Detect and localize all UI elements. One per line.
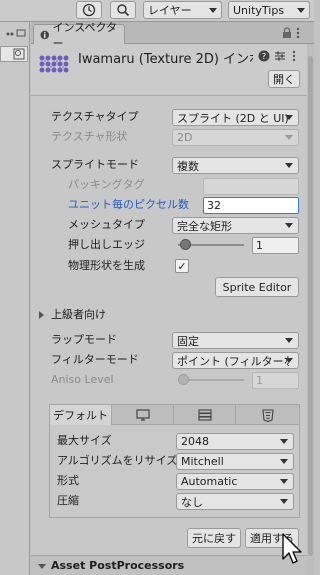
aniso-level-input: 1 bbox=[252, 372, 299, 389]
sprite-mode-label: スプライトモード bbox=[51, 158, 139, 171]
layers-dropdown-label: レイヤー bbox=[148, 4, 192, 17]
wrap-mode-dropdown[interactable]: 固定 bbox=[172, 332, 299, 349]
tab-platform-default-label: デフォルト bbox=[53, 409, 108, 422]
chevron-down-icon bbox=[280, 459, 288, 464]
chevron-down-icon bbox=[285, 135, 293, 140]
extrude-edges-label: 押し出しエッジ bbox=[68, 238, 145, 251]
tab-inspector[interactable]: インスペクター bbox=[33, 21, 125, 50]
pixels-per-unit-label: ユニット毎のピクセル数 bbox=[68, 198, 189, 211]
aniso-level-label: Aniso Level bbox=[51, 373, 114, 386]
advanced-label[interactable]: 上級者向け bbox=[51, 307, 106, 323]
mouse-cursor-icon bbox=[281, 533, 303, 570]
chevron-down-icon bbox=[285, 223, 293, 228]
filter-mode-dropdown[interactable]: ポイント (フィルターなし) bbox=[172, 352, 299, 369]
texture-thumbnail-icon bbox=[36, 50, 70, 80]
chevron-down-icon bbox=[285, 358, 293, 363]
texture-shape-value: 2D bbox=[177, 131, 193, 144]
format-label: 形式 bbox=[57, 474, 79, 487]
extrude-edges-slider[interactable] bbox=[176, 238, 246, 252]
pixels-per-unit-input[interactable]: 32 bbox=[203, 197, 299, 214]
search-icon bbox=[117, 4, 130, 17]
chevron-down-icon bbox=[280, 499, 288, 504]
aniso-level-slider bbox=[176, 373, 246, 387]
compression-value: なし bbox=[181, 495, 203, 509]
max-size-value: 2048 bbox=[181, 435, 209, 448]
chevron-down-icon bbox=[280, 479, 288, 484]
revert-button[interactable]: 元に戻す bbox=[187, 528, 241, 548]
panel-menu-icon[interactable] bbox=[2, 28, 28, 42]
help-icon[interactable]: ? bbox=[258, 50, 270, 65]
max-size-label: 最大サイズ bbox=[57, 434, 112, 447]
inspector-scrollbar-thumb[interactable] bbox=[308, 56, 313, 556]
resize-algorithm-dropdown[interactable]: Mitchell bbox=[176, 453, 294, 470]
tab-platform-standalone[interactable] bbox=[112, 405, 174, 425]
more-options-icon[interactable] bbox=[296, 27, 300, 42]
sprite-editor-button[interactable]: Sprite Editor bbox=[215, 277, 299, 297]
component-menu-icon[interactable] bbox=[292, 50, 296, 65]
info-icon bbox=[40, 30, 49, 39]
texture-type-dropdown[interactable]: スプライト (2D と UI) bbox=[172, 109, 299, 126]
search-mode-icon bbox=[13, 48, 25, 60]
filter-mode-label: フィルターモード bbox=[51, 353, 139, 366]
texture-shape-label: テクスチャ形状 bbox=[51, 130, 128, 143]
html5-icon bbox=[261, 408, 274, 422]
search-button[interactable] bbox=[110, 1, 136, 19]
wrap-mode-value: 固定 bbox=[177, 334, 199, 348]
hierarchy-panel-edge bbox=[0, 22, 30, 575]
mesh-type-dropdown[interactable]: 完全な矩形 bbox=[172, 217, 299, 234]
chevron-down-icon bbox=[285, 338, 293, 343]
filter-mode-value: ポイント (フィルターなし) bbox=[177, 354, 289, 368]
texture-shape-dropdown: 2D bbox=[172, 129, 299, 146]
layers-dropdown[interactable]: レイヤー bbox=[143, 1, 222, 19]
resize-algorithm-label: アルゴリズムをリサイズ bbox=[57, 454, 178, 467]
history-button[interactable] bbox=[76, 1, 102, 19]
asset-title: Iwamaru (Texture 2D) インポ bbox=[78, 52, 253, 66]
hierarchy-search-field[interactable] bbox=[0, 46, 28, 62]
sprite-mode-value: 複数 bbox=[177, 159, 199, 173]
chevron-down-icon bbox=[209, 8, 217, 13]
mesh-type-label: メッシュタイプ bbox=[68, 218, 145, 231]
foldout-arrow-icon bbox=[38, 564, 46, 569]
layout-dropdown-label: UnityTips bbox=[233, 3, 285, 17]
wrap-mode-label: ラップモード bbox=[51, 333, 117, 346]
tab-platform-webgl[interactable] bbox=[236, 405, 299, 425]
foldout-arrow-icon bbox=[39, 311, 44, 319]
chevron-down-icon bbox=[285, 163, 293, 168]
extrude-edges-input[interactable]: 1 bbox=[252, 237, 299, 254]
preset-icon[interactable] bbox=[274, 50, 286, 65]
generate-physics-shape-checkbox[interactable]: ✓ bbox=[175, 259, 189, 273]
generate-physics-shape-label: 物理形状を生成 bbox=[68, 259, 145, 272]
mesh-type-value: 完全な矩形 bbox=[177, 219, 232, 233]
asset-postprocessors-label[interactable]: Asset PostProcessors bbox=[51, 558, 184, 574]
history-icon bbox=[82, 3, 96, 17]
layout-dropdown[interactable]: UnityTips bbox=[228, 1, 310, 19]
resize-algorithm-value: Mitchell bbox=[181, 455, 224, 468]
tab-platform-server[interactable] bbox=[174, 405, 236, 425]
max-size-dropdown[interactable]: 2048 bbox=[176, 433, 294, 450]
lock-icon[interactable] bbox=[282, 27, 292, 42]
server-icon bbox=[197, 409, 212, 421]
format-value: Automatic bbox=[181, 475, 238, 488]
slider-knob[interactable] bbox=[180, 239, 191, 250]
check-icon: ✓ bbox=[177, 259, 187, 273]
monitor-icon bbox=[135, 409, 150, 421]
compression-label: 圧縮 bbox=[57, 494, 79, 507]
tab-platform-default[interactable]: デフォルト bbox=[50, 405, 112, 425]
texture-type-label: テクスチャタイプ bbox=[51, 110, 139, 123]
compression-dropdown[interactable]: なし bbox=[176, 493, 294, 510]
format-dropdown[interactable]: Automatic bbox=[176, 473, 294, 490]
chevron-down-icon bbox=[280, 439, 288, 444]
texture-type-value: スプライト (2D と UI) bbox=[177, 111, 289, 125]
sprite-mode-dropdown[interactable]: 複数 bbox=[172, 157, 299, 174]
open-button[interactable]: 開く bbox=[268, 70, 300, 88]
chevron-down-icon bbox=[297, 8, 305, 13]
slider-knob bbox=[178, 374, 189, 385]
chevron-down-icon bbox=[285, 115, 293, 120]
svg-text:?: ? bbox=[262, 52, 266, 61]
packing-tag-field bbox=[203, 178, 299, 195]
packing-tag-label: パッキングタグ bbox=[68, 178, 145, 191]
